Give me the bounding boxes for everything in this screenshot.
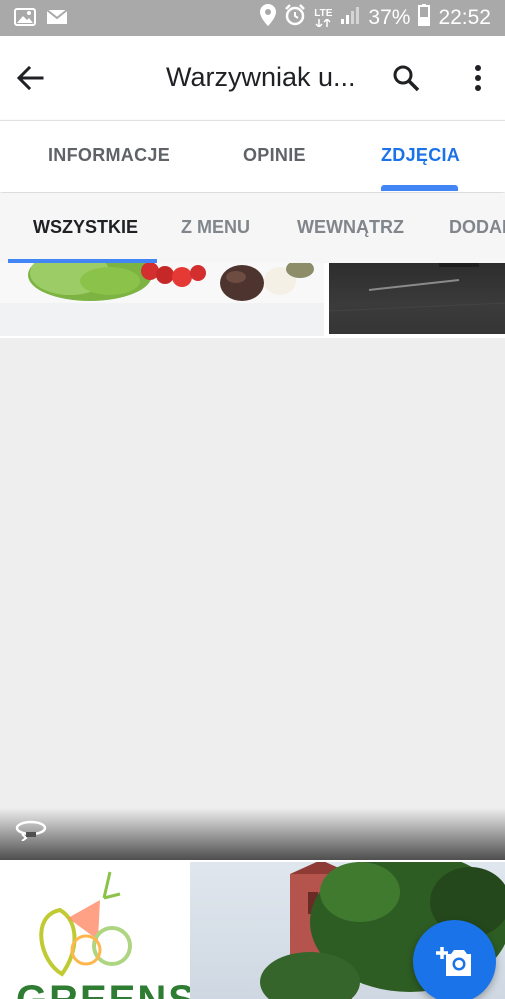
lte-icon: LTE [314, 9, 332, 27]
alarm-icon [284, 4, 306, 32]
360-rotate-icon [14, 819, 48, 846]
page-title: Warzywniak u... [166, 62, 356, 92]
photo-category-tabs: WSZYSTKIE Z MENU WEWNĄTRZ DODANE [0, 193, 505, 263]
tab-wszystkie[interactable]: WSZYSTKIE [33, 217, 138, 238]
vegetables-photo[interactable] [0, 263, 324, 336]
tab-dodane[interactable]: DODANE [449, 217, 505, 238]
back-button[interactable] [10, 58, 50, 98]
image-icon [14, 8, 36, 31]
gmail-icon [46, 8, 68, 31]
photo-grid: GREENS [0, 263, 505, 999]
add-photo-icon [435, 946, 471, 976]
search-button[interactable] [386, 58, 426, 98]
more-options-button[interactable] [460, 58, 496, 98]
main-tabs: INFORMACJE OPINIE ZDJĘCIA [0, 120, 505, 192]
signal-icon [340, 5, 360, 31]
arrow-left-icon [16, 65, 44, 91]
tab-informacje[interactable]: INFORMACJE [48, 145, 170, 166]
tab-opinie[interactable]: OPINIE [243, 145, 306, 166]
greens-logo-photo[interactable]: GREENS [0, 862, 190, 999]
search-icon [393, 65, 420, 92]
app-bar: Warzywniak u... [0, 36, 505, 120]
battery-icon [418, 4, 431, 32]
panorama-overlay [0, 808, 505, 860]
panorama-photo[interactable] [0, 338, 505, 860]
battery-percent: 37% [368, 6, 411, 29]
tab-wewnatrz[interactable]: WEWNĄTRZ [297, 217, 404, 238]
tab-z-menu[interactable]: Z MENU [181, 217, 250, 238]
location-icon [260, 4, 277, 32]
status-bar: LTE 37% 22:52 [0, 0, 505, 36]
street-photo[interactable] [329, 263, 505, 334]
clock: 22:52 [438, 6, 491, 29]
more-vert-icon [475, 65, 481, 91]
tab-zdjecia[interactable]: ZDJĘCIA [381, 145, 460, 166]
greens-logo-text: GREENS [16, 980, 190, 999]
add-photo-button[interactable] [413, 920, 496, 999]
active-tab-indicator [381, 185, 458, 191]
